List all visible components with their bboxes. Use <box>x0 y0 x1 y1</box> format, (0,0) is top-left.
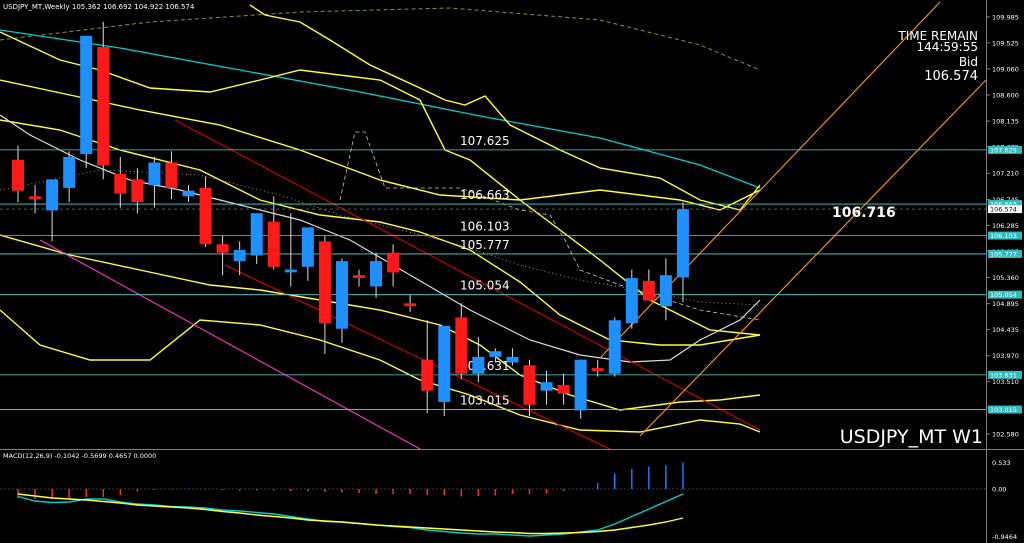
price-tick-label: 103.970 <box>992 352 1019 360</box>
level-label: 105.054 <box>460 279 510 293</box>
price-tick-label: 109.060 <box>992 66 1019 74</box>
level-tag-label: 103.015 <box>990 406 1017 414</box>
macd-tick-label: -0.9464 <box>992 533 1017 541</box>
macd-tick-label: 0.533 <box>992 459 1011 467</box>
candle-bull <box>148 162 161 186</box>
price-tick-label: 106.285 <box>992 222 1019 230</box>
price-callout: 106.716 <box>832 205 896 221</box>
candle-bear <box>318 241 331 324</box>
level-tag-label: 105.054 <box>990 291 1017 299</box>
level-label: 105.777 <box>460 238 510 252</box>
candle-bear <box>97 47 110 166</box>
level-tag-label: 106.103 <box>990 232 1017 240</box>
price-tick-label: 102.580 <box>992 431 1019 439</box>
price-tick-label: 104.435 <box>992 326 1019 334</box>
candle-bear <box>216 244 229 253</box>
bid-label: Bid <box>959 55 978 69</box>
price-tick-label: 108.135 <box>992 118 1019 126</box>
candle-bull <box>676 209 689 278</box>
candle-bull <box>63 156 76 188</box>
candle-bear <box>267 221 280 267</box>
level-label: 107.625 <box>460 134 510 148</box>
symbol-watermark: USDJPY_MT W1 <box>840 426 983 448</box>
candle-bull <box>438 325 451 402</box>
candle-bull <box>574 359 587 411</box>
candle-bear <box>131 179 144 202</box>
candle-bear <box>387 252 400 273</box>
chart-info-line: USDJPY_MT,Weekly 105.362 106.692 104.922… <box>3 3 195 11</box>
candle-bear <box>591 368 604 371</box>
candle-bear <box>12 159 24 191</box>
level-tag-label: 103.631 <box>990 371 1017 379</box>
price-tick-label: 109.525 <box>992 39 1019 47</box>
macd-info-line: MACD(12,26,9) -0.1042 -0.5699 0.4657 0.0… <box>3 452 156 460</box>
timer-countdown: 144:59:55 <box>916 40 978 54</box>
price-tick-label: 103.510 <box>992 378 1019 386</box>
candle-bear <box>523 365 536 405</box>
macd-tick-label: 0.00 <box>992 486 1006 494</box>
candle-bear <box>199 187 212 245</box>
chart-background <box>0 0 1024 543</box>
candle-bull <box>625 278 638 324</box>
level-label: 106.103 <box>460 220 510 234</box>
candle-bull <box>301 227 314 267</box>
candle-bear <box>29 196 42 200</box>
candle-bull <box>608 320 621 374</box>
candle-bear <box>353 275 365 279</box>
level-tag-label: 107.625 <box>990 146 1017 154</box>
candle-bull <box>506 356 519 363</box>
level-label: 103.015 <box>460 394 510 408</box>
level-label: 106.663 <box>460 188 510 202</box>
level-tag-label: 105.777 <box>990 250 1017 258</box>
price-tick-label: 105.360 <box>992 274 1019 282</box>
candle-bull <box>472 356 485 374</box>
candle-bull <box>659 275 672 307</box>
candle-bull <box>233 249 246 262</box>
price-tick-label: 109.985 <box>992 13 1019 21</box>
candle-bear <box>557 385 570 394</box>
candle-bull <box>250 213 263 256</box>
candle-bear <box>642 280 655 301</box>
candle-bull <box>489 351 502 357</box>
candle-bear <box>404 303 417 307</box>
bid-value: 106.574 <box>924 69 978 84</box>
candle-bull <box>335 261 348 329</box>
candle-bull <box>370 261 383 287</box>
candle-bear <box>455 317 468 374</box>
price-tick-label: 108.600 <box>992 91 1019 99</box>
candle-bull <box>46 179 59 211</box>
candle-bull <box>540 382 553 391</box>
candle-bull <box>182 190 195 197</box>
price-tick-label: 104.895 <box>992 300 1019 308</box>
bid-price-tag-label: 106.574 <box>990 206 1017 214</box>
level-label: 103.631 <box>460 359 510 373</box>
price-tick-label: 107.210 <box>992 170 1019 178</box>
candle-bull <box>80 35 93 155</box>
candle-bear <box>421 359 434 391</box>
candle-bear <box>114 173 127 194</box>
chart-frame: 107.625 106.663 106.103 105.777 105.054 103.6… <box>0 0 1024 543</box>
candle-bull <box>284 269 297 273</box>
candle-bear <box>165 162 178 188</box>
